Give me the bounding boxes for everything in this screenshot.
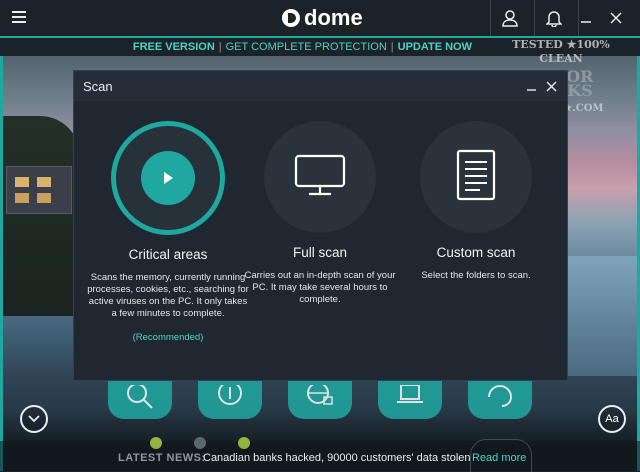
option-name: Full scan	[292, 245, 348, 260]
dialog-minimize-icon[interactable]	[522, 77, 540, 95]
text-size-button[interactable]: Aa	[598, 405, 626, 433]
scan-dialog: Scan Critical areas Scans the memory, cu…	[73, 70, 568, 381]
full-scan-circle[interactable]	[264, 121, 376, 233]
bell-icon[interactable]	[536, 0, 572, 36]
news-ticker: LATEST NEWS: Canadian banks hacked, 9000…	[0, 437, 640, 472]
feature-tiles	[108, 380, 538, 423]
headset-icon	[485, 384, 515, 416]
tile-web-protection[interactable]	[288, 381, 352, 419]
close-icon[interactable]	[598, 0, 634, 36]
dialog-title: Scan	[83, 79, 113, 94]
scan-options: Critical areas Scans the memory, current…	[74, 101, 567, 381]
document-icon	[456, 149, 496, 206]
logo-text: dome	[304, 5, 363, 30]
background-trees	[0, 116, 80, 316]
monitor-icon	[294, 154, 346, 201]
play-icon	[141, 151, 195, 205]
title-bar: dome	[0, 0, 640, 36]
background-house	[6, 166, 72, 214]
option-name: Critical areas	[128, 247, 208, 262]
scan-option-critical-areas[interactable]: Critical areas Scans the memory, current…	[80, 121, 256, 343]
recommended-label: (Recommended)	[132, 332, 204, 343]
menu-icon[interactable]	[12, 11, 26, 23]
option-description: Select the folders to scan.	[421, 270, 531, 281]
custom-scan-circle[interactable]	[420, 121, 532, 233]
titlebar-divider	[490, 0, 491, 36]
tile-usb[interactable]	[378, 381, 442, 419]
search-icon	[125, 382, 155, 416]
option-name: Custom scan	[436, 245, 516, 260]
laptop-icon	[395, 383, 425, 416]
left-accent-stripe	[0, 56, 3, 471]
chevron-down-icon	[28, 410, 40, 428]
status-dot	[238, 437, 250, 449]
status-dot	[194, 437, 206, 449]
status-dot	[150, 437, 162, 449]
scan-option-custom-scan[interactable]: Custom scan Select the folders to scan.	[388, 121, 564, 282]
titlebar-divider	[534, 0, 535, 36]
free-version-label: FREE VERSION	[132, 41, 215, 53]
power-icon	[215, 380, 245, 416]
option-description: Carries out an in-depth scan of your PC.…	[244, 270, 396, 305]
read-more-link[interactable]: Read more	[472, 452, 526, 464]
critical-areas-circle[interactable]	[111, 121, 225, 235]
expand-button[interactable]	[20, 405, 48, 433]
update-now-link[interactable]: UPDATE NOW	[398, 41, 472, 53]
tile-power[interactable]	[198, 380, 262, 419]
dialog-close-icon[interactable]	[542, 77, 560, 95]
news-headline[interactable]: Canadian banks hacked, 90000 customers' …	[203, 452, 471, 464]
news-label: LATEST NEWS:	[118, 452, 206, 464]
news-dots	[150, 437, 250, 449]
get-protection-link[interactable]: GET COMPLETE PROTECTION	[226, 41, 387, 53]
background-sea	[560, 256, 640, 376]
tile-search[interactable]	[108, 381, 172, 419]
scan-option-full-scan[interactable]: Full scan Carries out an in-depth scan o…	[232, 121, 408, 306]
user-icon[interactable]	[492, 0, 528, 36]
panda-logo-icon	[282, 9, 300, 27]
tile-support[interactable]	[468, 381, 532, 419]
app-logo: dome	[282, 7, 363, 29]
globe-lock-icon	[305, 381, 335, 416]
option-description: Scans the memory, currently running proc…	[87, 272, 249, 319]
dialog-header: Scan	[74, 71, 567, 101]
